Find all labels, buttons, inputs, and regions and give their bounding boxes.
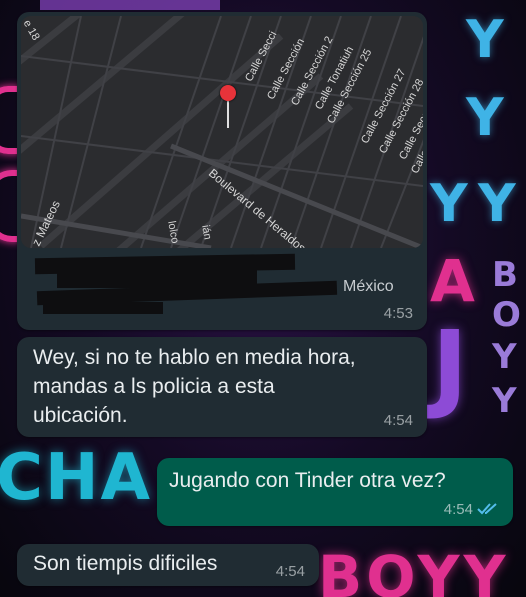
wallpaper-text-boyy: BOYY	[318, 543, 510, 597]
message-time: 4:54	[275, 563, 305, 580]
redacted-address	[43, 302, 163, 314]
wallpaper-letter-o: O	[492, 295, 521, 335]
wallpaper-letter-a: A	[430, 247, 475, 315]
message-text-line: Wey, si no te hablo en media hora,	[33, 346, 356, 369]
location-map-preview[interactable]: e 18 Calle Secci Calle Sección Calle Sec…	[21, 16, 423, 248]
message-text: Son tiempis dificiles	[33, 552, 218, 575]
wallpaper-neon-bar	[40, 0, 220, 10]
address-suffix: México	[343, 278, 394, 295]
message-text: Wey, si no te hablo en media hora, manda…	[33, 343, 356, 430]
street-label: ián	[199, 224, 214, 241]
location-message-bubble[interactable]: e 18 Calle Secci Calle Sección Calle Sec…	[17, 12, 427, 330]
double-check-read-icon	[477, 503, 497, 515]
wallpaper-letter-y: Y	[430, 174, 468, 234]
wallpaper-letter-y: Y	[478, 174, 516, 234]
wallpaper-letter-y: Y	[492, 381, 517, 421]
message-text-line: mandas a ls policia a esta	[33, 375, 275, 398]
wallpaper-text-cha: CHA	[0, 441, 153, 515]
message-time: 4:54	[443, 501, 473, 518]
message-time: 4:54	[383, 412, 413, 429]
message-text-line: ubicación.	[33, 404, 128, 427]
location-pin-icon	[220, 85, 236, 101]
location-pin-stick	[227, 100, 229, 128]
wallpaper-letter-y: Y	[466, 10, 504, 70]
incoming-message-bubble[interactable]: Wey, si no te hablo en media hora, manda…	[17, 337, 427, 437]
message-text: Jugando con Tinder otra vez?	[169, 469, 446, 492]
wallpaper-letter-y: Y	[466, 88, 504, 148]
wallpaper-letter-b: B	[492, 255, 518, 295]
outgoing-message-bubble[interactable]: Jugando con Tinder otra vez? 4:54	[157, 458, 513, 526]
message-time: 4:53	[383, 305, 413, 322]
wallpaper-letter-j: J	[432, 310, 468, 422]
incoming-message-bubble[interactable]: Son tiempis dificiles 4:54	[17, 544, 319, 586]
wallpaper-letter-y: Y	[492, 337, 517, 377]
